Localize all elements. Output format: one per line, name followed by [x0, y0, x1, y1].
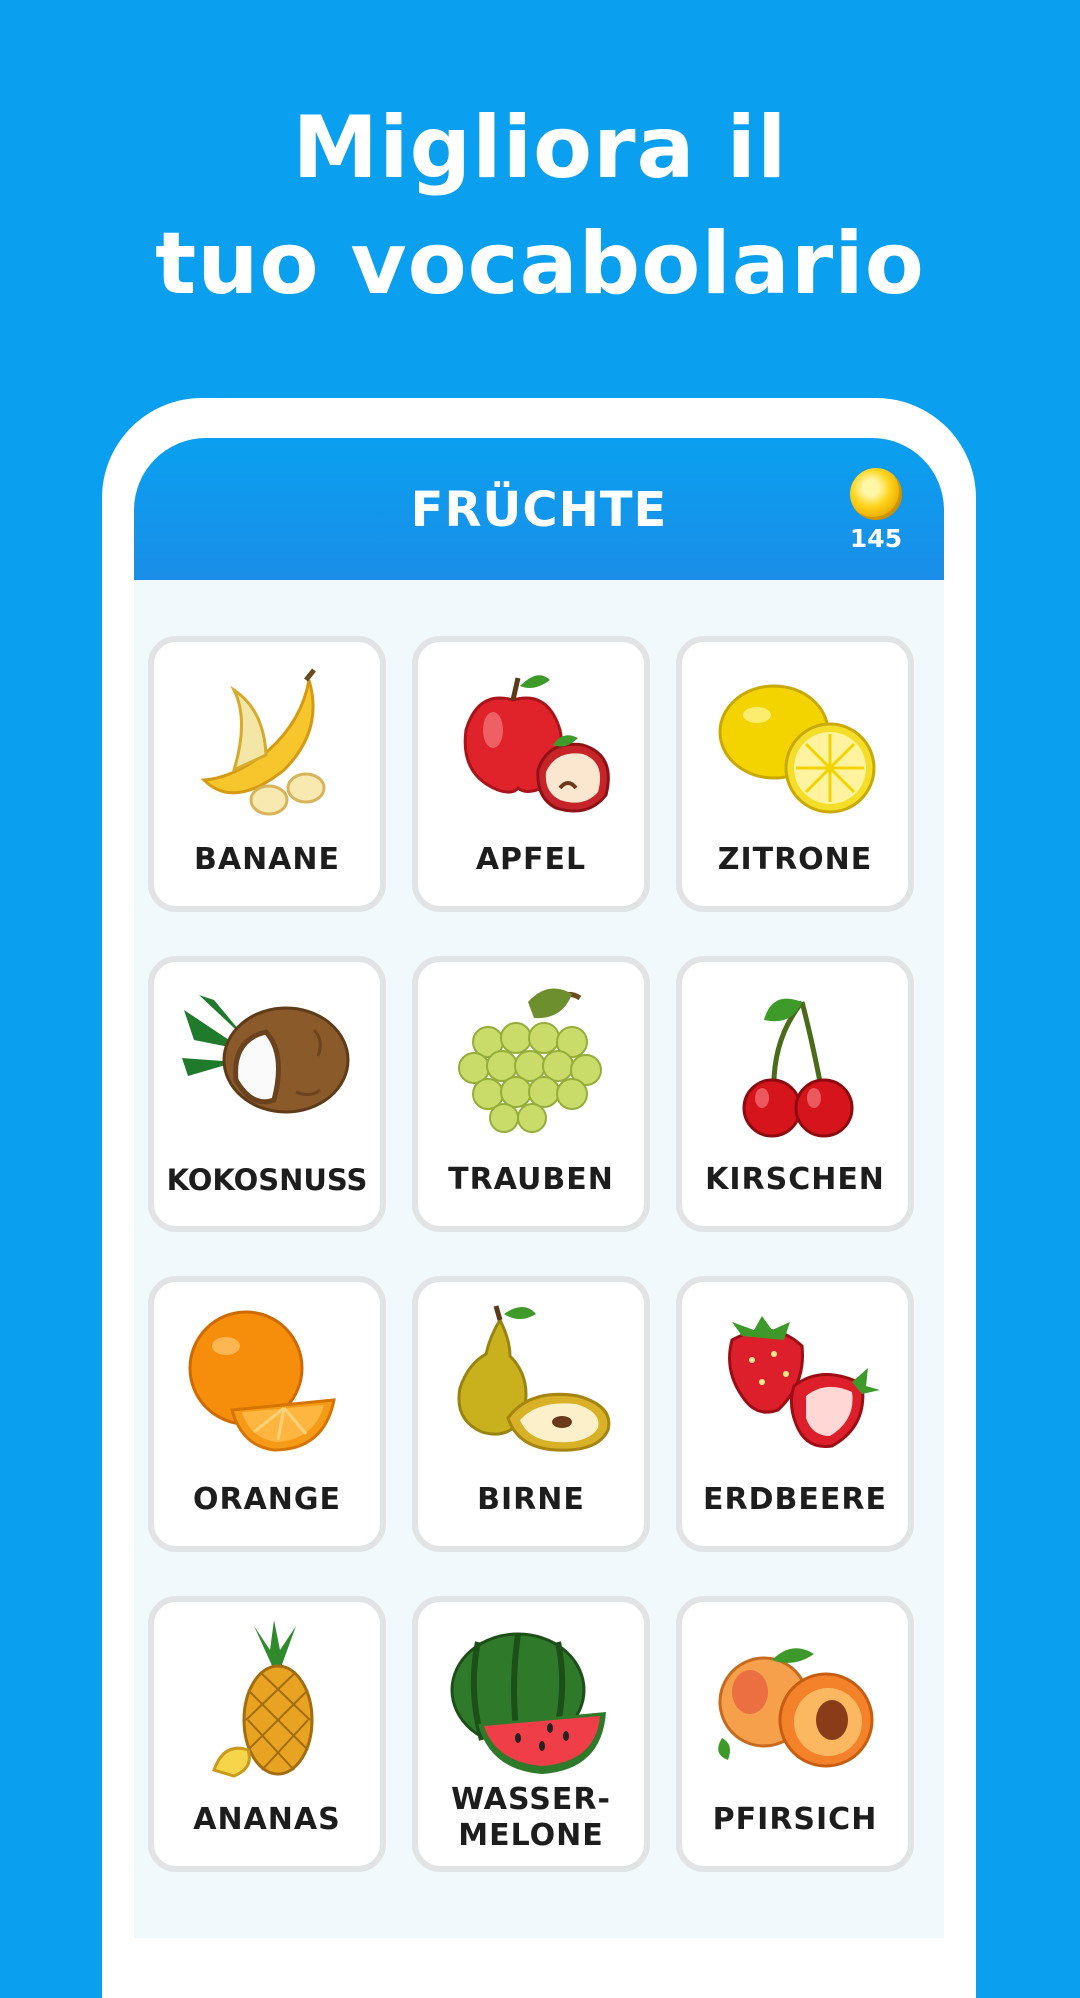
fruit-card-wassermelone[interactable]: WASSER- MELONE — [412, 1596, 650, 1872]
orange-icon — [188, 1310, 336, 1452]
fruit-label: PFIRSICH — [712, 1802, 878, 1837]
fruit-label: ANANAS — [193, 1802, 341, 1837]
fruit-card-orange[interactable]: ORANGE — [148, 1276, 386, 1552]
lemon-icon — [718, 684, 876, 814]
promo-headline: Migliora il tuo vocabolario — [0, 90, 1080, 322]
watermelon-icon — [450, 1632, 606, 1774]
strawberry-icon — [728, 1316, 880, 1449]
fruit-card-pfirsich[interactable]: PFIRSICH — [676, 1596, 914, 1872]
fruit-card-birne[interactable]: BIRNE — [412, 1276, 650, 1552]
peach-icon — [718, 1648, 874, 1768]
coin-count: 145 — [849, 524, 903, 553]
fruit-card-banane[interactable]: BANANE — [148, 636, 386, 912]
fruit-label: BIRNE — [477, 1482, 585, 1517]
fruit-label: ORANGE — [192, 1482, 342, 1517]
fruit-label: WASSER- — [451, 1782, 611, 1817]
pineapple-icon — [212, 1620, 314, 1778]
banana-icon — [200, 668, 326, 816]
fruit-label: KOKOSNUSS — [166, 1163, 368, 1197]
fruit-label: TRAUBEN — [448, 1162, 614, 1197]
fruit-card-trauben[interactable]: TRAUBEN — [412, 956, 650, 1232]
headline-line-2: tuo vocabolario — [155, 214, 925, 314]
fruit-card-apfel[interactable]: APFEL — [412, 636, 650, 912]
fruit-card-kirschen[interactable]: KIRSCHEN — [676, 956, 914, 1232]
fruit-label: ERDBEERE — [703, 1482, 887, 1517]
coin-icon — [850, 468, 902, 520]
apple-icon — [463, 675, 610, 813]
fruit-card-ananas[interactable]: ANANAS — [148, 1596, 386, 1872]
coconut-icon — [182, 995, 350, 1114]
app-bar: FRÜCHTE 145 — [134, 438, 944, 580]
fruit-label-line-2: MELONE — [458, 1818, 604, 1853]
fruit-card-zitrone[interactable]: ZITRONE — [676, 636, 914, 912]
app-screen: FRÜCHTE 145 BANANE APFEL ZITRONE KOKOSNU… — [134, 438, 944, 1938]
grapes-icon — [458, 988, 602, 1133]
fruit-label: BANANE — [193, 842, 340, 877]
category-title: FRÜCHTE — [410, 482, 668, 538]
fruit-card-erdbeere[interactable]: ERDBEERE — [676, 1276, 914, 1552]
fruit-label: APFEL — [475, 842, 587, 877]
coin-counter[interactable]: 145 — [846, 468, 906, 553]
fruit-label: KIRSCHEN — [705, 1162, 885, 1197]
fruit-card-kokosnuss[interactable]: KOKOSNUSS — [148, 956, 386, 1232]
fruit-label: ZITRONE — [717, 842, 873, 877]
cherries-icon — [742, 998, 854, 1138]
pear-icon — [457, 1305, 611, 1452]
headline-line-1: Migliora il — [292, 98, 788, 198]
